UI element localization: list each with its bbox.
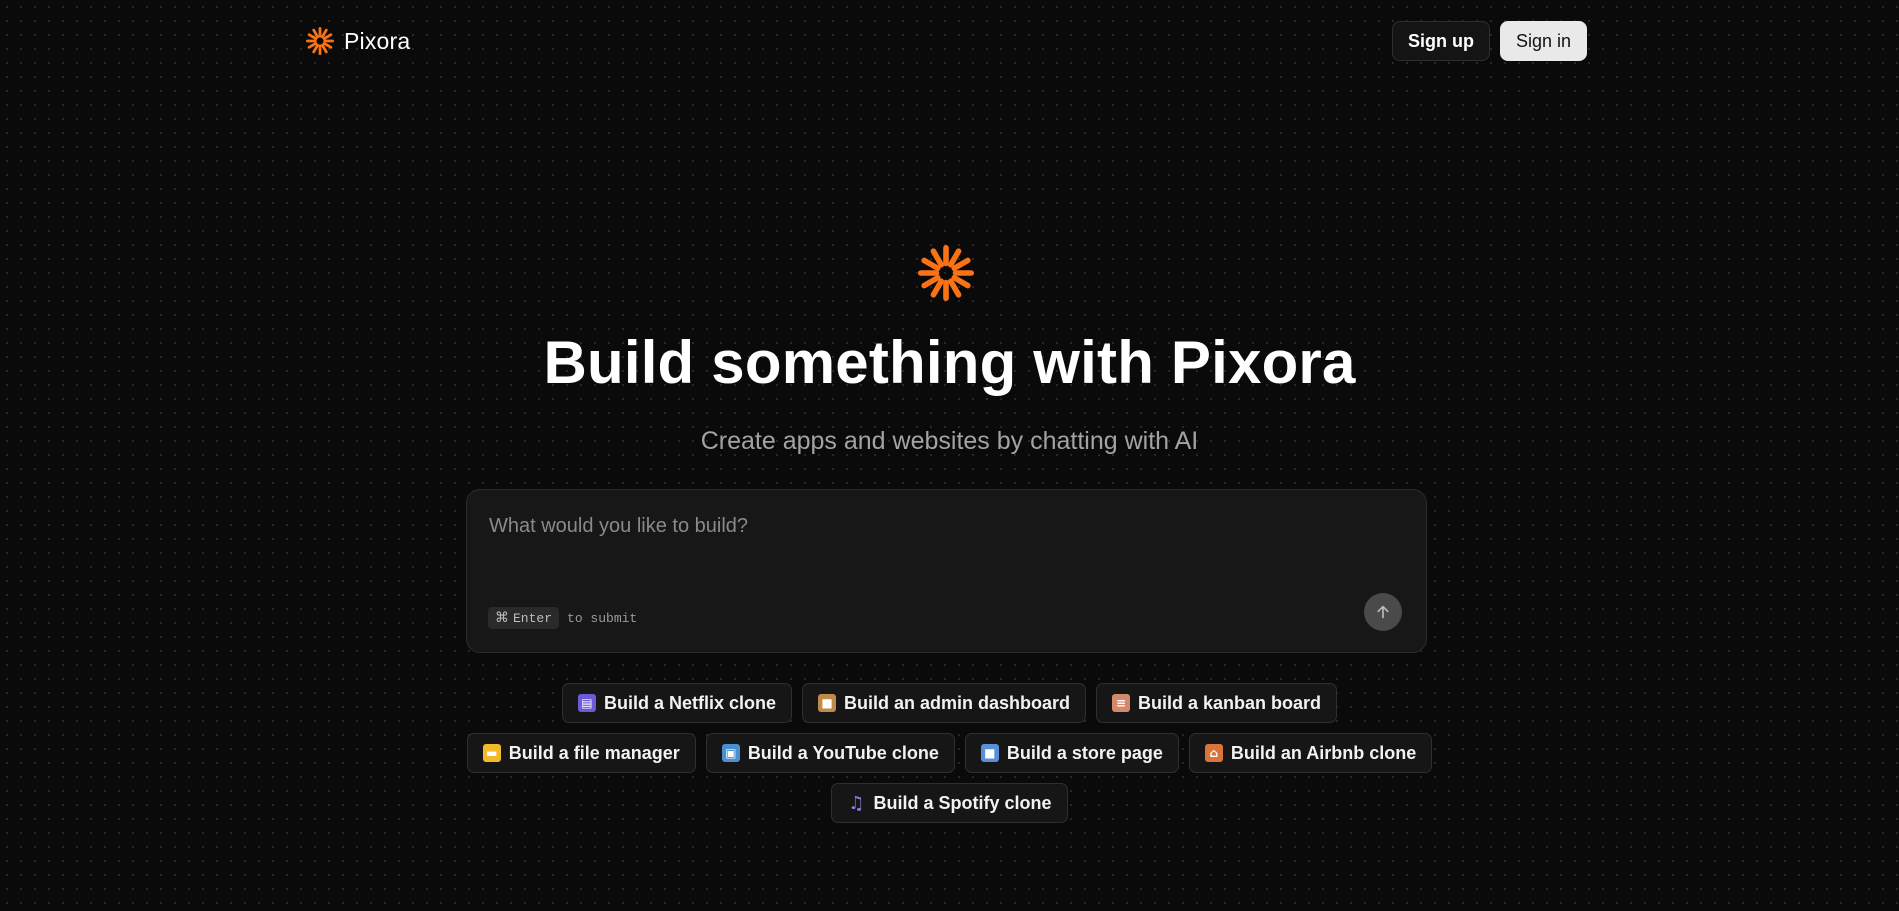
suggestion-chip[interactable]: ▬ Build a file manager [466,733,696,773]
suggestion-label: Build a Spotify clone [873,792,1052,813]
pixora-hero-logo-icon [918,245,974,301]
suggestion-chip[interactable]: ▤ Build a Netflix clone [561,683,792,723]
suggestion-chip[interactable]: ≡ Build a kanban board [1096,683,1338,723]
suggestion-chip[interactable]: ♫ Build a Spotify clone [831,783,1068,823]
shortcut-key-label: Enter [513,610,553,626]
house-icon: ⌂ [1204,744,1223,762]
suggestion-chip[interactable]: ⌂ Build an Airbnb clone [1188,733,1433,773]
hero-title: Build something with Pixora [543,329,1356,396]
top-header: Pixora Sign up Sign in [0,0,1899,84]
sign-up-button[interactable]: Sign up [1391,21,1490,61]
suggestion-chip[interactable]: ▣ Build a YouTube clone [705,733,955,773]
suggestion-row: ▤ Build a Netflix clone ■ Build an admin da… [561,683,1338,723]
suggestion-label: Build a file manager [508,742,680,763]
suggestion-label: Build a kanban board [1138,692,1322,713]
clapper-board-icon: ▤ [577,694,596,712]
command-key-icon: ⌘ [495,610,509,626]
suggestion-label: Build a store page [1006,742,1163,763]
arrow-up-icon [1377,605,1389,619]
auth-buttons: Sign up Sign in [1391,21,1587,61]
suggestion-chips: ▤ Build a Netflix clone ■ Build an admin da… [0,683,1899,823]
prompt-input[interactable] [487,508,1387,544]
clipboard-icon: ≡ [1112,694,1131,712]
suggestion-row: ▬ Build a file manager ▣ Build a YouTube cl… [466,733,1433,773]
brand-name: Pixora [344,27,411,54]
folder-icon: ▬ [482,744,501,762]
page: Pixora Sign up Sign in Build something w… [0,0,1899,911]
keyboard-shortcut-badge: ⌘ Enter [488,607,560,629]
shopping-bags-icon: ■ [980,744,999,762]
music-note-icon: ♫ [848,792,865,814]
prompt-box: ⌘ Enter to submit [466,489,1427,653]
brand[interactable]: Pixora [306,27,410,55]
suggestion-chip[interactable]: ■ Build a store page [964,733,1179,773]
submit-button[interactable] [1364,593,1402,631]
pixora-logo-icon [306,27,334,55]
suggestion-label: Build an admin dashboard [843,692,1071,713]
suggestion-chip[interactable]: ■ Build an admin dashboard [801,683,1087,723]
suggestion-row: ♫ Build a Spotify clone [831,783,1068,823]
hero-subtitle: Create apps and websites by chatting wit… [700,427,1199,455]
suggestion-label: Build a Netflix clone [603,692,776,713]
submit-hint: ⌘ Enter to submit [488,607,637,629]
package-icon: ■ [817,694,836,712]
suggestion-label: Build a YouTube clone [747,742,939,763]
shortcut-hint-text: to submit [567,610,638,626]
suggestion-label: Build an Airbnb clone [1230,742,1417,763]
sign-in-button[interactable]: Sign in [1499,21,1587,61]
television-icon: ▣ [721,744,740,762]
